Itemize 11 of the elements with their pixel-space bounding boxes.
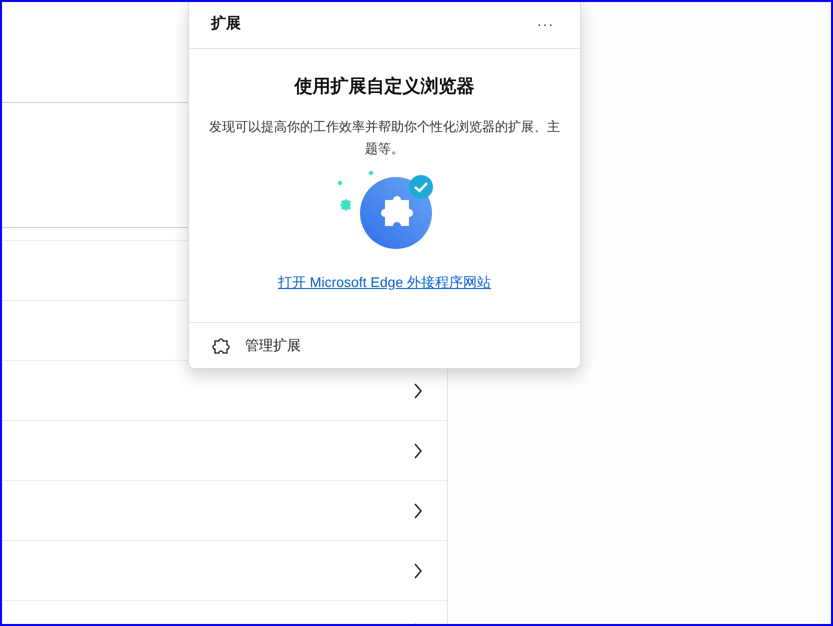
popup-description: 发现可以提高你的工作效率并帮助你个性化浏览器的扩展、主题等。 [208,118,561,158]
puzzle-icon [211,336,231,356]
addons-website-link[interactable]: 打开 Microsoft Edge 外接程序网站 [278,272,492,293]
chevron-right-icon [413,502,423,518]
chevron-right-icon [413,382,423,398]
manage-extensions-item[interactable]: 管理扩展 [245,335,301,356]
chevron-right-icon [413,442,423,458]
chevron-right-icon [413,562,423,578]
more-button[interactable]: ··· [533,14,558,35]
popup-title: 扩展 [211,14,241,34]
popup-heading: 使用扩展自定义浏览器 [294,75,474,98]
